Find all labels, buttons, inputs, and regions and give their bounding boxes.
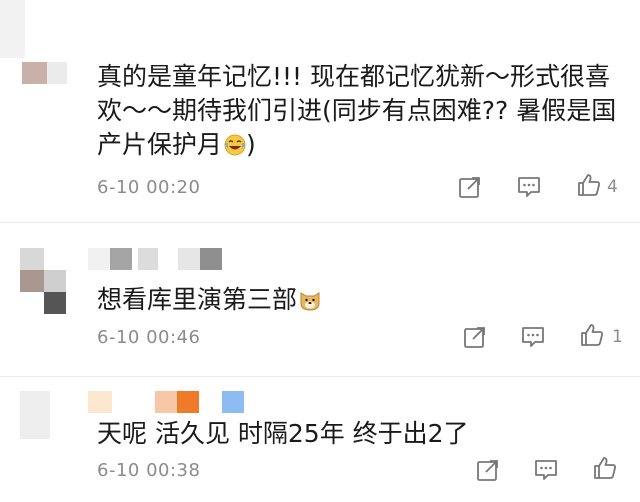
comment-icon[interactable]: [516, 174, 542, 200]
divider: [0, 376, 640, 377]
comment-text: 真的是童年记忆!!! 现在都记忆犹新～形式很喜欢～～期待我们引进(同步有点困难?…: [97, 62, 617, 159]
comment-item: 天呢 活久见 时隔25年 终于出2了 6-10 00:38: [0, 383, 640, 502]
divider: [0, 222, 640, 223]
thumbs-up-icon[interactable]: [576, 172, 602, 198]
avatar[interactable]: [0, 0, 70, 90]
comment-icon[interactable]: [533, 457, 559, 483]
comment-timestamp: 6-10 00:38: [97, 460, 201, 481]
comment-item: 想看库里演第三部 6-10 00:46 1: [0, 238, 640, 368]
share-icon[interactable]: [462, 324, 488, 350]
thumbs-up-icon[interactable]: [592, 455, 618, 481]
like-count: 4: [607, 177, 618, 197]
comment-icon[interactable]: [520, 324, 546, 350]
comment-timestamp: 6-10 00:20: [97, 177, 201, 198]
comment-timestamp: 6-10 00:46: [97, 327, 201, 348]
doge-emoji-icon: [299, 286, 321, 311]
laughing-emoji-icon: [224, 131, 246, 156]
thumbs-up-icon[interactable]: [579, 322, 605, 348]
share-icon[interactable]: [457, 174, 483, 200]
share-icon[interactable]: [475, 457, 501, 483]
like-count: 1: [612, 327, 623, 347]
comment-text: 天呢 活久见 时隔25年 终于出2了: [97, 419, 469, 448]
comment-item: 真的是童年记忆!!! 现在都记忆犹新～形式很喜欢～～期待我们引进(同步有点困难?…: [0, 0, 640, 215]
comment-feed: 真的是童年记忆!!! 现在都记忆犹新～形式很喜欢～～期待我们引进(同步有点困难?…: [0, 0, 640, 502]
comment-text: 想看库里演第三部: [97, 283, 627, 317]
